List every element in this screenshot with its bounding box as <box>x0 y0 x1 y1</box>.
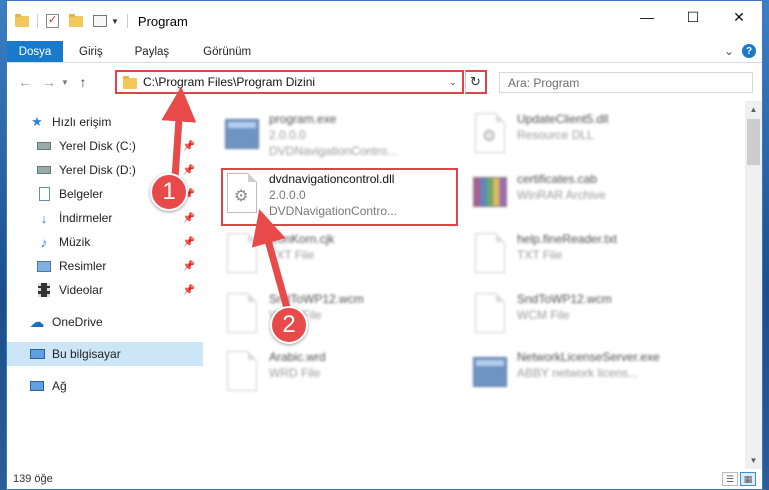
annotation-arrows <box>161 86 291 309</box>
step-2-badge: 2 <box>270 306 308 344</box>
arrow-step-2 <box>251 209 291 309</box>
step-1-badge: 1 <box>150 173 188 211</box>
arrow-step-1 <box>161 86 197 179</box>
